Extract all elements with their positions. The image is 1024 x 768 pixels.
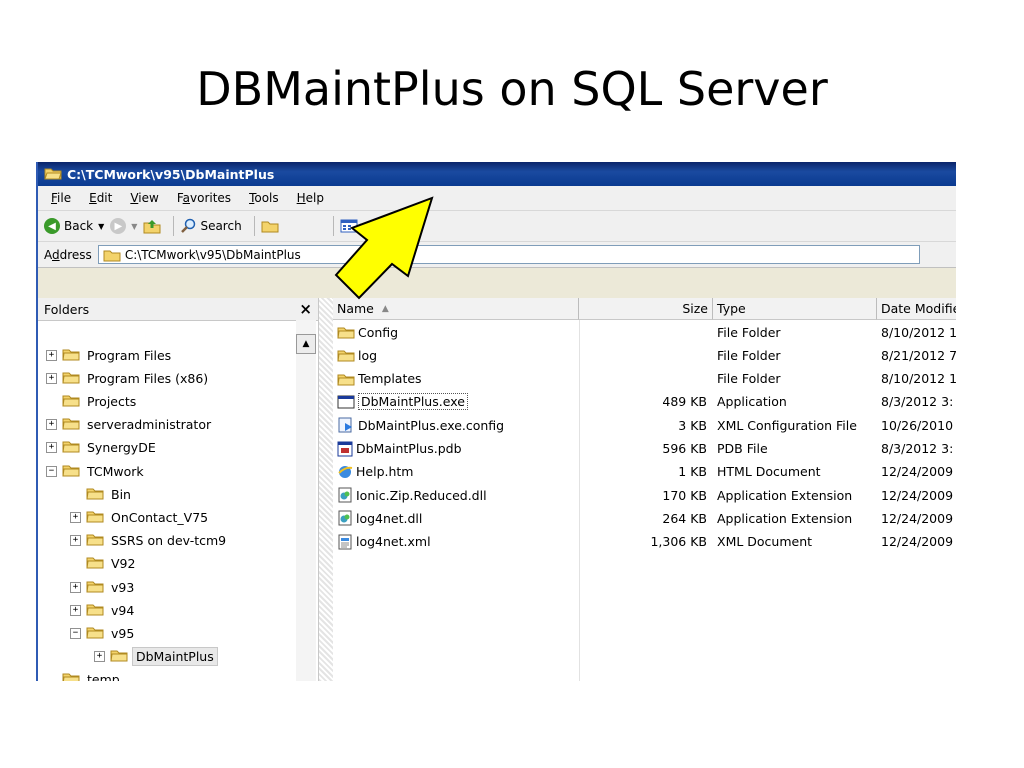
yellow-arrow-icon xyxy=(334,196,434,300)
